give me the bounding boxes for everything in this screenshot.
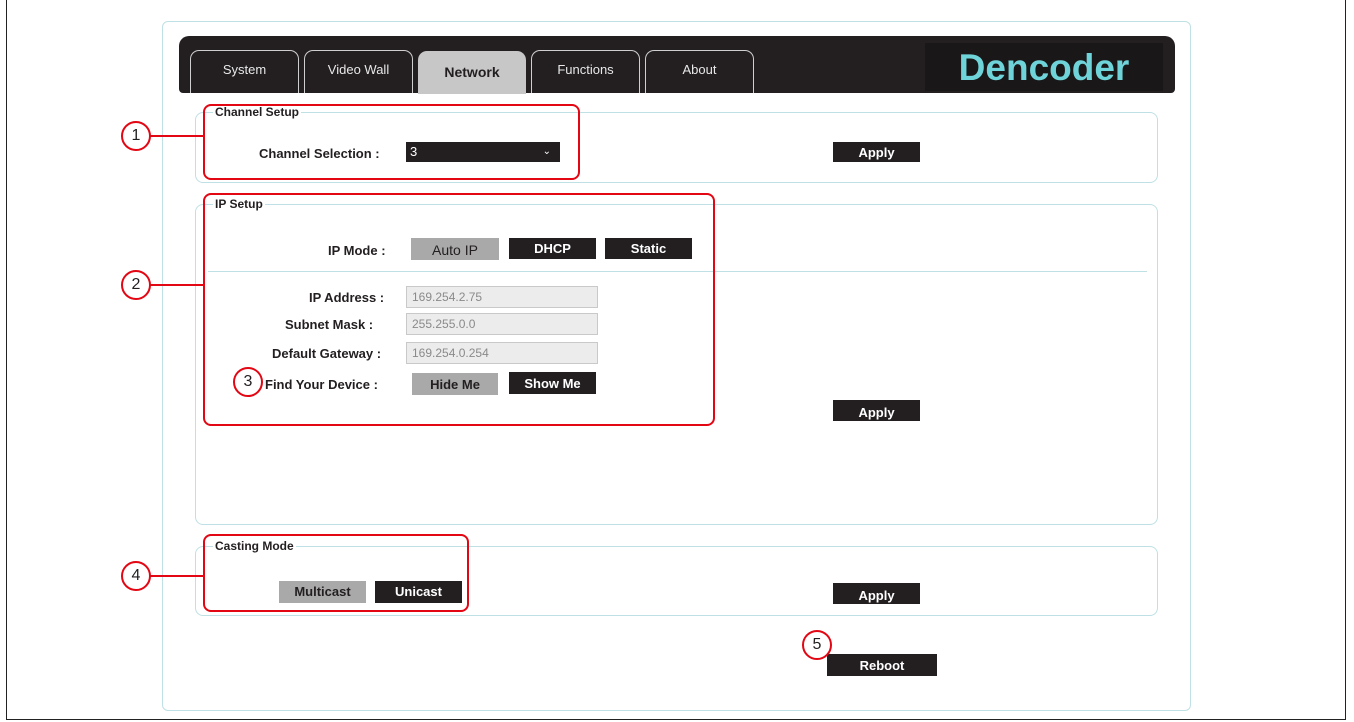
tab-video-wall[interactable]: Video Wall <box>304 50 413 93</box>
callout-marker-2: 2 <box>121 270 151 300</box>
ip-apply-button[interactable]: Apply <box>833 400 920 421</box>
callout-box-channel-setup <box>203 104 580 180</box>
reboot-button[interactable]: Reboot <box>827 654 937 676</box>
callout-marker-4: 4 <box>121 561 151 591</box>
tab-system[interactable]: System <box>190 50 299 93</box>
callout-marker-1: 1 <box>121 121 151 151</box>
callout-line-1 <box>150 135 203 137</box>
callout-marker-5: 5 <box>802 630 832 660</box>
callout-marker-3: 3 <box>233 367 263 397</box>
tab-functions[interactable]: Functions <box>531 50 640 93</box>
callout-box-ip-setup <box>203 193 715 426</box>
callout-line-2 <box>150 284 203 286</box>
casting-apply-button[interactable]: Apply <box>833 583 920 604</box>
callout-line-4 <box>150 575 203 577</box>
tab-network[interactable]: Network <box>418 51 526 94</box>
callout-box-casting-mode <box>203 534 469 612</box>
brand-logo: Dencoder <box>925 43 1163 91</box>
tab-about[interactable]: About <box>645 50 754 93</box>
channel-apply-button[interactable]: Apply <box>833 142 920 162</box>
